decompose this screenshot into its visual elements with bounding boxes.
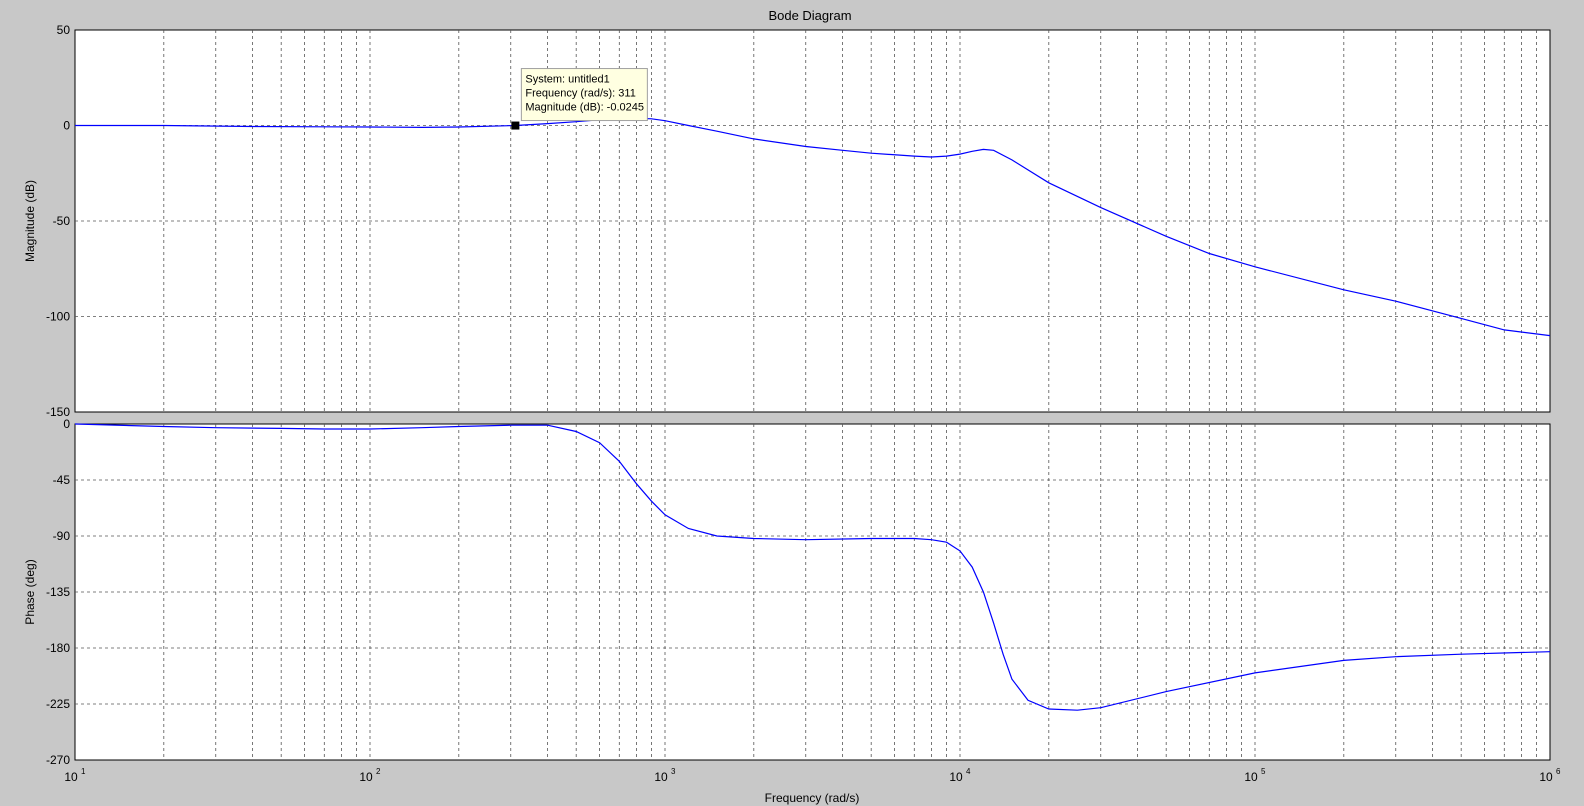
x-tick-exponent: 3 <box>671 767 676 776</box>
x-tick-label: 10 <box>1244 770 1258 784</box>
x-tick-exponent: 6 <box>1556 767 1561 776</box>
x-tick-label: 10 <box>359 770 373 784</box>
magnitude-axes[interactable]: 500-50-100-150 Magnitude (dB) <box>23 23 1551 419</box>
x-tick-label: 10 <box>64 770 78 784</box>
phase-ytick-label: -270 <box>46 753 70 767</box>
x-tick-exponent: 5 <box>1261 767 1266 776</box>
magnitude-ylabel: Magnitude (dB) <box>23 180 37 262</box>
phase-ytick-label: -135 <box>46 585 70 599</box>
x-tick-label: 10 <box>654 770 668 784</box>
x-tick-label: 10 <box>1539 770 1553 784</box>
x-tick-label: 10 <box>949 770 963 784</box>
phase-ytick-label: -225 <box>46 697 70 711</box>
phase-axes[interactable]: 0 -45 -90 -135 -180 -225 -270 Phase (deg) <box>23 417 1551 767</box>
x-tick-labels: 10 1 10 2 10 3 10 4 10 5 10 6 <box>64 767 1561 784</box>
phase-plot-area <box>74 423 1551 761</box>
magnitude-ytick-label: 50 <box>57 23 71 37</box>
x-tick-exponent: 2 <box>376 767 381 776</box>
data-tip-frequency: Frequency (rad/s): 311 <box>525 88 635 100</box>
phase-ytick-label: 0 <box>63 417 70 431</box>
phase-ytick-label: -45 <box>53 473 71 487</box>
magnitude-y-ticks: 500-50-100-150 <box>46 23 70 419</box>
phase-ytick-label: -180 <box>46 641 70 655</box>
x-tick-exponent: 1 <box>81 767 86 776</box>
data-tip[interactable]: System: untitled1 Frequency (rad/s): 311… <box>511 68 648 130</box>
data-tip-marker[interactable] <box>511 121 520 130</box>
x-axis-label: Frequency (rad/s) <box>765 791 860 805</box>
magnitude-ytick-label: 0 <box>63 119 70 133</box>
phase-ytick-label: -90 <box>53 529 71 543</box>
bode-figure: Bode Diagram 500-50-100-150 Magnitude (d… <box>23 8 1561 805</box>
phase-ylabel: Phase (deg) <box>23 559 37 624</box>
magnitude-ytick-label: -50 <box>53 214 71 228</box>
phase-y-ticks: 0 -45 -90 -135 -180 -225 -270 <box>46 417 70 767</box>
data-tip-magnitude: Magnitude (dB): -0.0245 <box>525 102 644 114</box>
magnitude-ytick-label: -100 <box>46 310 70 324</box>
chart-title: Bode Diagram <box>768 8 851 23</box>
x-tick-exponent: 4 <box>966 767 971 776</box>
magnitude-plot-area <box>74 29 1551 413</box>
data-tip-system: System: untitled1 <box>525 74 609 86</box>
